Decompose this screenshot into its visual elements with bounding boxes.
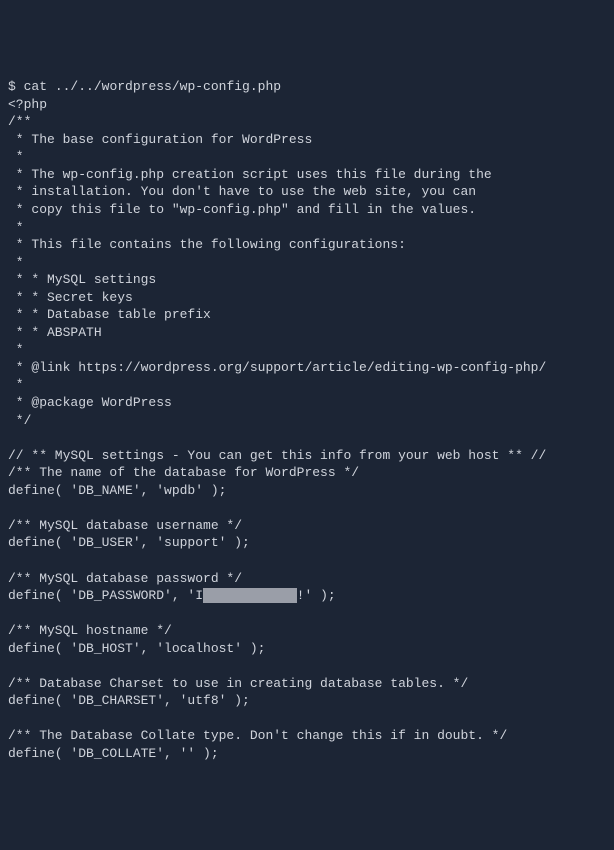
prompt-symbol: $	[8, 79, 16, 94]
file-output-after: /** MySQL hostname */ define( 'DB_HOST',…	[8, 623, 507, 761]
password-prefix: define( 'DB_PASSWORD', 'I	[8, 588, 203, 603]
command-text: cat ../../wordpress/wp-config.php	[24, 79, 281, 94]
password-suffix: !' );	[297, 588, 336, 603]
terminal-output: $ cat ../../wordpress/wp-config.php <?ph…	[8, 78, 606, 762]
file-output: <?php /** * The base configuration for W…	[8, 97, 546, 586]
redacted-password: ████████████	[203, 588, 297, 603]
password-line: define( 'DB_PASSWORD', 'I████████████!' …	[8, 588, 336, 603]
command-line[interactable]: $ cat ../../wordpress/wp-config.php	[8, 79, 281, 94]
